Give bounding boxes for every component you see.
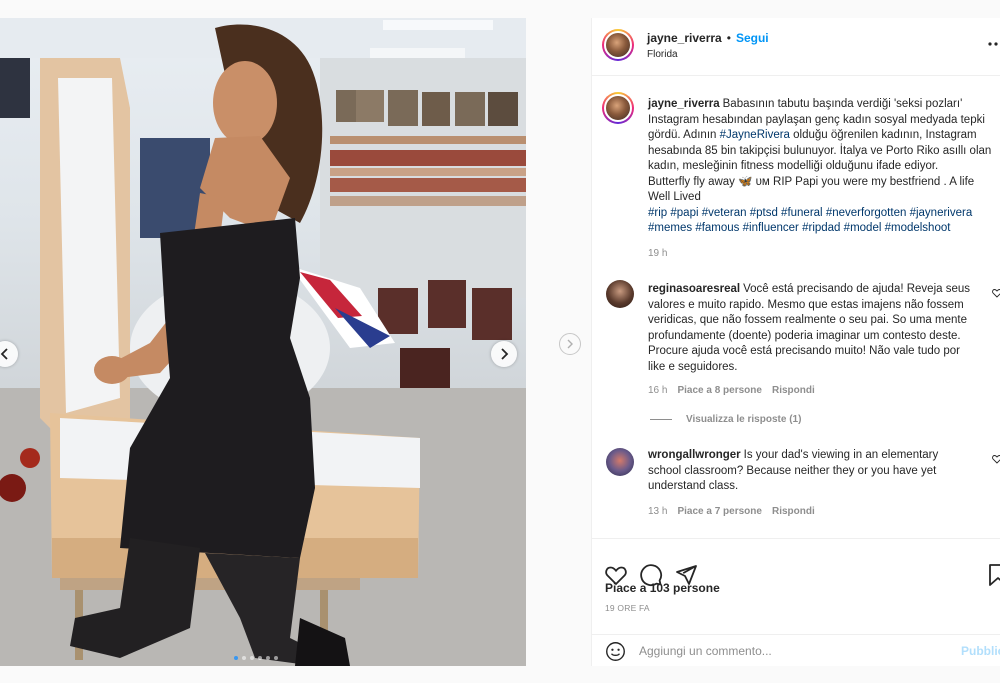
hashtag-link[interactable]: #influencer (743, 222, 799, 234)
carousel-dot (258, 656, 262, 660)
caption: jayne_riverra Babasının tabutu başında ve… (648, 97, 993, 237)
comment-line: profundamente (doente) poderia imaginar … (648, 329, 961, 342)
page: jayne_riverra • Segui Florida jayne_rive… (0, 0, 1000, 683)
carousel-indicator (234, 656, 278, 660)
comment-meta: 13 h Piace a 7 persone Rispondi (648, 506, 815, 517)
hashtag-link[interactable]: #rip (648, 207, 667, 219)
next-post-button[interactable] (559, 333, 581, 355)
reply-button[interactable]: Rispondi (772, 506, 815, 517)
add-comment-bar: Pubblica (592, 634, 1000, 666)
caption-line: Butterfly fly away 🦋 ᴜᴍ RIP Papi you wer… (648, 175, 975, 188)
carousel-next-button[interactable] (491, 341, 517, 367)
caption-line: olduğu öğrenilen kadının, Instagram (793, 129, 977, 141)
comment-line: valores e muito rapido. Mesmo que estas … (648, 298, 964, 311)
carousel-dot (274, 656, 278, 660)
hashtags-row: #memes #famous #influencer #ripdad #mode… (648, 221, 993, 237)
carousel-dot (250, 656, 254, 660)
view-replies-link[interactable]: Visualizza le risposte (1) (686, 414, 801, 425)
hashtag-link[interactable]: #memes (648, 222, 692, 234)
comment-line: like e seguidores. (648, 360, 738, 373)
comment: reginasoaresreal Você está precisando de … (648, 282, 993, 375)
likes-count[interactable]: Piace a 103 persone (605, 581, 720, 595)
caption-username[interactable]: jayne_riverra (648, 98, 720, 110)
view-replies[interactable]: Visualizza le risposte (1) (650, 414, 801, 425)
hashtag-link[interactable]: #modelshoot (885, 222, 951, 234)
caption-line: hesabında 85 bin takipçisi bulunuyor. İt… (648, 144, 992, 157)
caption-line: kadın, mesleğinin fitness modelliği oldu… (648, 160, 939, 172)
replies-divider (650, 419, 672, 420)
commenter-avatar[interactable] (606, 280, 634, 308)
comment-like-icon[interactable] (992, 288, 1000, 298)
separator-dot: • (726, 31, 731, 45)
comment-likes-count[interactable]: Piace a 8 persone (677, 385, 762, 396)
comment-line: school classroom? Because neither they o… (648, 464, 937, 477)
avatar[interactable] (602, 29, 634, 61)
chevron-left-icon (0, 348, 8, 360)
post-media[interactable] (0, 18, 526, 666)
hashtag-link[interactable]: #JayneRivera (720, 129, 790, 141)
comment: wrongallwronger Is your dad's viewing in … (648, 448, 993, 495)
caption-line: Well Lived (648, 191, 701, 203)
comment-time[interactable]: 13 h (648, 506, 667, 517)
comment-time[interactable]: 16 h (648, 385, 667, 396)
comment-line: understand class. (648, 480, 739, 492)
chevron-right-icon (567, 339, 573, 349)
carousel-dot (266, 656, 270, 660)
more-options-icon[interactable] (988, 42, 1000, 46)
comment-like-icon[interactable] (992, 454, 1000, 464)
hashtag-link[interactable]: #neverforgotten (826, 207, 907, 219)
post-timestamp: 19 ORE FA (605, 603, 650, 613)
hashtag-link[interactable]: #ripdad (802, 222, 840, 234)
comment-line: Procure ajuda você está precisando muito… (648, 345, 960, 357)
hashtag-link[interactable]: #jaynerivera (910, 207, 973, 219)
caption-line: gördü. Adının (648, 129, 717, 141)
hashtag-link[interactable]: #funeral (781, 207, 823, 219)
hashtag-link[interactable]: #papi (670, 207, 698, 219)
post-photo (0, 18, 526, 666)
comment-line: veridicas, que não fossem realmente o se… (648, 314, 967, 326)
hashtag-link[interactable]: #model (844, 222, 882, 234)
commenter-avatar[interactable] (606, 448, 634, 476)
comment-meta: 16 h Piace a 8 persone Rispondi (648, 385, 815, 396)
follow-button[interactable]: Segui (736, 31, 769, 45)
caption-line: Babasının tabutu başında verdiği 'seksi … (722, 98, 963, 110)
caption-meta: 19 h (648, 248, 667, 259)
post-header: jayne_riverra • Segui Florida (592, 18, 1000, 76)
reply-button[interactable]: Rispondi (772, 385, 815, 396)
comment-username[interactable]: wrongallwronger (648, 449, 741, 461)
post-author-username[interactable]: jayne_riverra (647, 31, 722, 45)
carousel-dot (242, 656, 246, 660)
hashtags-row: #rip #papi #veteran #ptsd #funeral #neve… (648, 206, 993, 222)
chevron-right-icon (501, 348, 509, 360)
caption-avatar[interactable] (602, 92, 634, 124)
comment-line: Você está precisando de ajuda! Reveja se… (743, 283, 971, 295)
save-bookmark-icon[interactable] (986, 563, 1000, 587)
hashtag-link[interactable]: #veteran (702, 207, 747, 219)
post-details-panel: jayne_riverra • Segui Florida jayne_rive… (591, 18, 1000, 666)
hashtag-link[interactable]: #famous (695, 222, 739, 234)
carousel-dot (234, 656, 238, 660)
comment-username[interactable]: reginasoaresreal (648, 283, 740, 295)
post-location[interactable]: Florida (647, 49, 678, 60)
comment-likes-count[interactable]: Piace a 7 persone (677, 506, 762, 517)
comment-input[interactable] (639, 642, 939, 660)
caption-line: Instagram hesabından paylaşan genç kadın… (648, 113, 985, 126)
emoji-icon[interactable] (605, 641, 626, 662)
caption-time[interactable]: 19 h (648, 248, 667, 259)
publish-button[interactable]: Pubblica (961, 644, 1000, 658)
comment-line: Is your dad's viewing in an elementary (743, 449, 939, 461)
hashtag-link[interactable]: #ptsd (750, 207, 778, 219)
